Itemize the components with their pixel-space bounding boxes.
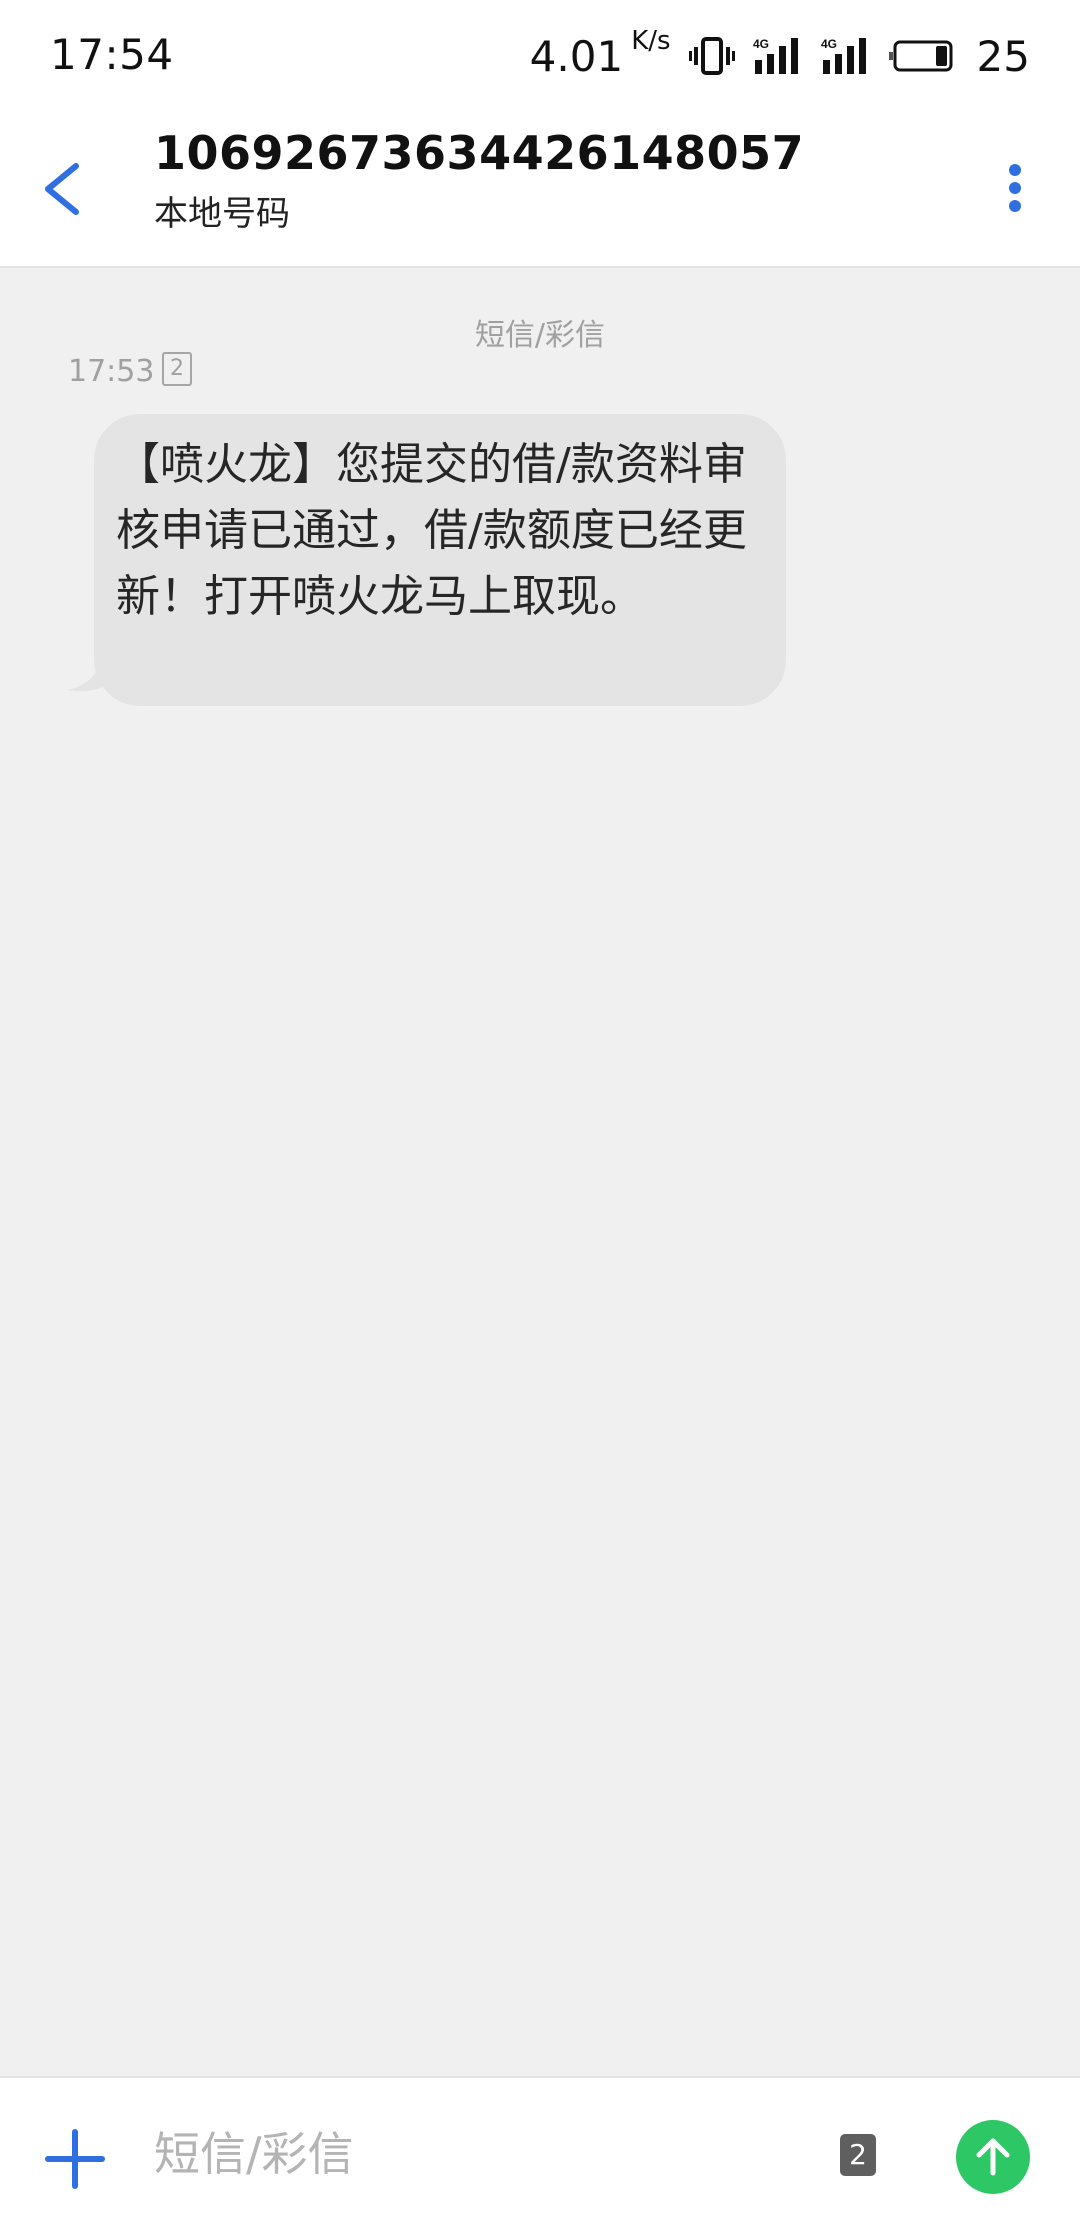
status-icons: 4.01 K/s 4G 4G 25 bbox=[529, 26, 1030, 84]
back-arrow-icon bbox=[45, 163, 79, 215]
add-attachment-button[interactable] bbox=[44, 2128, 106, 2190]
svg-text:4G: 4G bbox=[821, 37, 837, 51]
plus-icon bbox=[45, 2129, 105, 2189]
conversation-header: 10692673634426148057 本地号码 bbox=[0, 114, 1080, 268]
send-button[interactable] bbox=[956, 2120, 1030, 2194]
back-button[interactable] bbox=[30, 146, 100, 226]
signal-4g-sim1-icon: 4G bbox=[753, 37, 798, 74]
battery-level: 25 bbox=[976, 31, 1030, 81]
send-arrow-icon bbox=[976, 2138, 1010, 2176]
sim-select-button[interactable]: 2 bbox=[840, 2134, 876, 2176]
vibrate-icon bbox=[688, 37, 735, 75]
more-options-button[interactable] bbox=[990, 144, 1040, 234]
message-time: 17:53 bbox=[68, 354, 155, 389]
message-text: 【喷火龙】您提交的借/款资料审核申请已通过，借/款额度已经更新！打开喷火龙马上取… bbox=[116, 439, 747, 622]
message-type-label: 短信/彩信 bbox=[474, 318, 606, 353]
status-bar: 17:54 4.01 K/s 4G 4G 25 bbox=[0, 0, 1080, 114]
composer-bar: 2 bbox=[0, 2076, 1080, 2232]
network-speed-value: 4.01 bbox=[529, 31, 624, 81]
svg-text:4G: 4G bbox=[753, 37, 769, 51]
message-input[interactable] bbox=[154, 2114, 794, 2194]
contact-label: 本地号码 bbox=[154, 194, 290, 234]
sim-badge: 2 bbox=[162, 352, 192, 386]
network-speed: 4.01 K/s bbox=[529, 26, 671, 81]
battery-icon bbox=[888, 40, 953, 72]
more-vertical-icon bbox=[1009, 164, 1021, 212]
status-time: 17:54 bbox=[50, 30, 174, 79]
signal-4g-sim2-icon: 4G bbox=[821, 37, 866, 74]
network-speed-unit: K/s bbox=[631, 25, 671, 56]
message-bubble[interactable]: 【喷火龙】您提交的借/款资料审核申请已通过，借/款额度已经更新！打开喷火龙马上取… bbox=[94, 414, 786, 706]
contact-number: 10692673634426148057 bbox=[154, 126, 805, 180]
message-list[interactable]: 短信/彩信 17:53 2 【喷火龙】您提交的借/款资料审核申请已通过，借/款额… bbox=[0, 268, 1080, 2076]
